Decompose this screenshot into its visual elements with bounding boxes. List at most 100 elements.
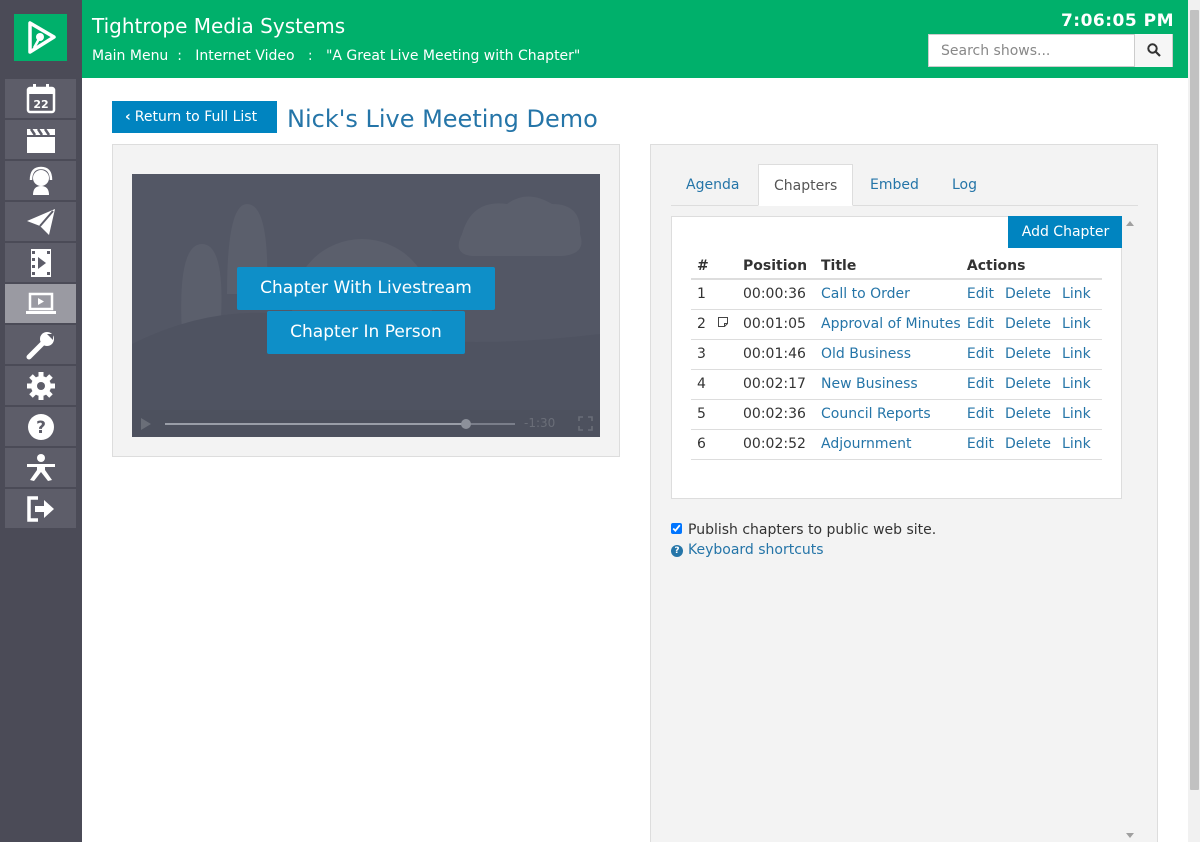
help-circle-icon: ? [671, 545, 683, 557]
breadcrumb-internet-video[interactable]: Internet Video [195, 48, 294, 64]
link-link[interactable]: Link [1062, 376, 1091, 392]
edit-link[interactable]: Edit [967, 346, 994, 362]
delete-link[interactable]: Delete [1005, 406, 1051, 422]
tab-log[interactable]: Log [937, 164, 992, 206]
nav-calendar[interactable]: 22 [5, 79, 76, 118]
nav-support[interactable] [5, 161, 76, 200]
scroll-up-arrow-icon[interactable] [1126, 221, 1134, 226]
row-number: 4 [691, 369, 717, 400]
tab-agenda[interactable]: Agenda [671, 164, 754, 206]
row-title: New Business [815, 369, 961, 400]
table-row: 4 00:02:17 New Business Edit Delete Link [691, 369, 1102, 400]
link-link[interactable]: Link [1062, 346, 1091, 362]
delete-link[interactable]: Delete [1005, 436, 1051, 452]
link-link[interactable]: Link [1062, 406, 1091, 422]
delete-link[interactable]: Delete [1005, 286, 1051, 302]
edit-link[interactable]: Edit [967, 316, 994, 332]
edit-link[interactable]: Edit [967, 436, 994, 452]
table-row: 2 00:01:05 Approval of Minutes Edit Delete Li… [691, 309, 1102, 340]
row-position: 00:01:05 [737, 309, 815, 340]
table-row: 1 00:00:36 Call to Order Edit Delete Link [691, 279, 1102, 310]
table-row: 6 00:02:52 Adjournment Edit Delete Link [691, 429, 1102, 460]
video-controls: -1:30 [132, 410, 600, 437]
chapter-title-link[interactable]: New Business [821, 376, 918, 392]
progress-knob[interactable] [461, 419, 471, 429]
sidebar: 22 ? [0, 0, 82, 842]
chapter-title-link[interactable]: Call to Order [821, 286, 910, 302]
col-title: Title [815, 253, 961, 280]
row-position: 00:02:17 [737, 369, 815, 400]
return-to-full-list-button[interactable]: ‹ Return to Full List [112, 101, 277, 133]
link-link[interactable]: Link [1062, 436, 1091, 452]
row-position: 00:01:46 [737, 339, 815, 370]
progress-bar[interactable] [165, 419, 515, 429]
calendar-icon: 22 [26, 84, 56, 114]
row-title: Adjournment [815, 429, 961, 460]
chapter-title-link[interactable]: Old Business [821, 346, 911, 362]
table-header-row: # Position Title Actions [691, 253, 1102, 280]
delete-link[interactable]: Delete [1005, 376, 1051, 392]
edit-link[interactable]: Edit [967, 376, 994, 392]
nav-accessibility[interactable] [5, 448, 76, 487]
search-input[interactable] [929, 35, 1135, 66]
row-number: 2 [691, 309, 717, 340]
nav-media[interactable] [5, 243, 76, 282]
nav-settings[interactable] [5, 366, 76, 405]
row-number: 5 [691, 399, 717, 430]
chevron-left-icon: ‹ [125, 109, 131, 125]
app-title: Tightrope Media Systems [92, 14, 346, 38]
tab-chapters[interactable]: Chapters [758, 164, 854, 206]
top-header: Tightrope Media Systems Main Menu : Inte… [82, 0, 1188, 78]
nav-internet-video[interactable] [5, 284, 76, 323]
col-actions: Actions [960, 253, 1102, 280]
chapter-title-link[interactable]: Council Reports [821, 406, 931, 422]
row-note [717, 429, 737, 460]
row-note [717, 279, 737, 310]
nav-tools[interactable] [5, 325, 76, 364]
keyboard-shortcuts-link[interactable]: ? Keyboard shortcuts [671, 542, 824, 558]
row-title: Council Reports [815, 399, 961, 430]
chapters-panel: Agenda Chapters Embed Log Add Chapter # … [650, 144, 1158, 842]
note-icon[interactable] [717, 316, 729, 328]
col-number: # [691, 253, 717, 280]
fullscreen-icon[interactable] [578, 416, 593, 431]
nav-help[interactable]: ? [5, 407, 76, 446]
breadcrumb-main-menu[interactable]: Main Menu [92, 48, 168, 64]
tab-embed[interactable]: Embed [855, 164, 934, 206]
edit-link[interactable]: Edit [967, 406, 994, 422]
edit-link[interactable]: Edit [967, 286, 994, 302]
delete-link[interactable]: Delete [1005, 316, 1051, 332]
link-link[interactable]: Link [1062, 316, 1091, 332]
headset-icon [29, 166, 53, 195]
scroll-down-arrow-icon[interactable] [1126, 833, 1134, 838]
laptop-icon [26, 292, 56, 314]
tab-bar: Agenda Chapters Embed Log [671, 164, 1138, 206]
add-chapter-button[interactable]: Add Chapter [1008, 216, 1123, 248]
play-icon[interactable] [140, 417, 152, 431]
row-actions: Edit Delete Link [960, 429, 1102, 460]
row-actions: Edit Delete Link [960, 399, 1102, 430]
row-position: 00:02:52 [737, 429, 815, 460]
nav-shows[interactable] [5, 120, 76, 159]
chapter-title-link[interactable]: Adjournment [821, 436, 912, 452]
wrench-icon [26, 332, 54, 360]
accessibility-icon [27, 454, 55, 481]
nav-sign-out[interactable] [5, 489, 76, 528]
row-position: 00:00:36 [737, 279, 815, 310]
clock: 7:06:05 PM [1060, 11, 1174, 31]
nav-send[interactable] [5, 202, 76, 241]
page-scrollbar-thumb[interactable] [1190, 10, 1199, 790]
chapter-title-link[interactable]: Approval of Minutes [821, 316, 961, 332]
link-link[interactable]: Link [1062, 286, 1091, 302]
page-title: Nick's Live Meeting Demo [287, 105, 598, 133]
chapters-scrollbar[interactable] [1122, 216, 1138, 842]
logo[interactable] [14, 14, 67, 61]
chapter-with-livestream-button[interactable]: Chapter With Livestream [237, 267, 495, 310]
delete-link[interactable]: Delete [1005, 346, 1051, 362]
video-player[interactable]: Chapter With Livestream Chapter In Perso… [132, 174, 600, 437]
publish-chapters-checkbox[interactable] [671, 523, 682, 534]
question-icon: ? [28, 414, 54, 440]
chapter-in-person-button[interactable]: Chapter In Person [267, 311, 465, 354]
search-button[interactable] [1134, 34, 1172, 67]
row-note [717, 309, 737, 340]
